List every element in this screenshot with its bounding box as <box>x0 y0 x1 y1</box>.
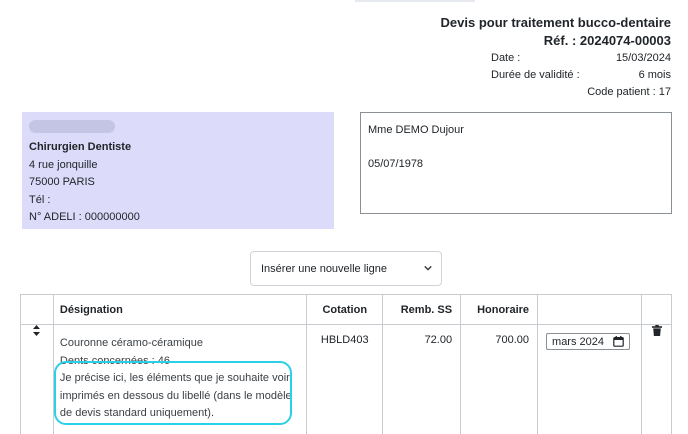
practitioner-phone: Tél : <box>29 193 51 206</box>
header-delete <box>641 294 672 325</box>
validity-label: Durée de validité : <box>491 69 580 81</box>
header-handle <box>20 294 54 325</box>
row-honoraire[interactable]: 700.00 <box>460 324 539 434</box>
quote-title: Devis pour traitement bucco-dentaire <box>440 15 671 30</box>
patient-code: Code patient : 17 <box>587 86 671 98</box>
insert-line-select-value: Insérer une nouvelle ligne <box>261 262 387 275</box>
date-row: Date : 15/03/2024 <box>371 50 671 67</box>
quote-lines-table: Désignation Cotation Remb. SS Honoraire … <box>20 294 672 434</box>
table-header-row: Désignation Cotation Remb. SS Honoraire <box>20 294 672 325</box>
row-handle[interactable] <box>20 324 54 434</box>
row-date-cell: mars 2024 <box>537 324 643 434</box>
table-row: Couronne céramo-céramique Dents concerné… <box>20 324 672 434</box>
header-cotation: Cotation <box>306 294 384 325</box>
patient-birthdate: 05/07/1978 <box>368 158 424 170</box>
insert-line-select[interactable]: Insérer une nouvelle ligne <box>250 251 442 286</box>
trash-icon[interactable] <box>651 325 662 336</box>
practitioner-title: Chirurgien Dentiste <box>29 141 132 153</box>
row-delete-cell <box>641 324 672 434</box>
row-note-line-3: de devis standard uniquement). <box>59 407 215 419</box>
calendar-icon[interactable] <box>613 336 624 347</box>
practitioner-address-1: 4 rue jonquille <box>29 158 98 171</box>
row-note-line-1: Je précise ici, les éléments que je souh… <box>59 372 290 384</box>
practitioner-card: Chirurgien Dentiste 4 rue jonquille 7500… <box>22 112 334 229</box>
date-label: Date : <box>491 52 521 64</box>
sort-icon[interactable] <box>33 325 41 336</box>
practitioner-adeli: N° ADELI : 000000000 <box>29 211 140 223</box>
header-designation: Désignation <box>52 294 308 325</box>
header-date <box>537 294 643 325</box>
row-teeth: Dents concernées : 46 <box>59 354 170 367</box>
patient-card: Mme DEMO Dujour 05/07/1978 <box>360 112 672 214</box>
patient-code-row: Code patient : 17 <box>371 84 671 101</box>
header-honoraire: Honoraire <box>460 294 539 325</box>
top-strip <box>355 0 475 2</box>
row-label: Couronne céramo-céramique <box>59 337 203 349</box>
row-remb: 72.00 <box>382 324 462 434</box>
practitioner-address-2: 75000 PARIS <box>29 176 95 188</box>
row-cotation: HBLD403 <box>306 324 384 434</box>
redacted-name <box>29 120 115 133</box>
row-date-input[interactable]: mars 2024 <box>546 333 631 350</box>
row-note-line-2: imprimés en dessous du libellé (dans le … <box>59 389 292 402</box>
chevron-down-icon <box>424 265 432 271</box>
header-remb: Remb. SS <box>382 294 462 325</box>
validity-value: 6 mois <box>638 69 671 81</box>
row-date-value: mars 2024 <box>552 335 605 348</box>
validity-row: Durée de validité : 6 mois <box>371 67 671 84</box>
date-value: 15/03/2024 <box>615 52 671 64</box>
quote-reference: Réf. : 2024074-00003 <box>543 33 671 48</box>
row-notes[interactable]: Je précise ici, les éléments que je souh… <box>60 370 300 423</box>
quote-header: Devis pour traitement bucco-dentaire Réf… <box>371 14 671 101</box>
row-designation[interactable]: Couronne céramo-céramique Dents concerné… <box>52 324 308 434</box>
patient-name: Mme DEMO Dujour <box>368 124 464 136</box>
